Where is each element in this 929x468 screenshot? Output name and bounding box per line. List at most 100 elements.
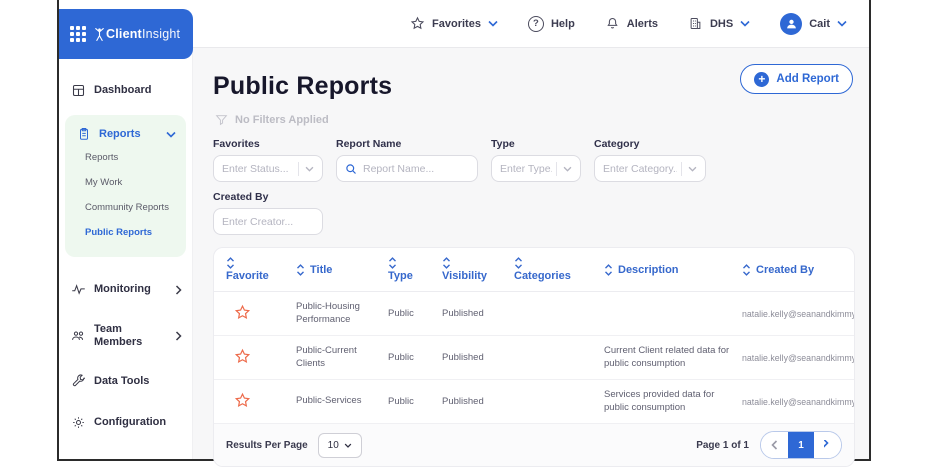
divider [298, 161, 299, 176]
reports-table: Favorite Title Type Visibility Categorie… [213, 247, 855, 467]
next-page-button[interactable] [814, 432, 841, 458]
cell-title[interactable]: Public-Services [296, 395, 388, 408]
user-icon [786, 19, 796, 29]
chevron-down-icon [488, 20, 498, 27]
sort-icon[interactable] [604, 263, 613, 276]
cell-type: Public [388, 352, 414, 363]
column-header-type[interactable]: Type [388, 257, 442, 282]
nav-help-label: Help [550, 17, 575, 30]
main-area: Dashboard Reports Reports My Work Commun… [59, 48, 869, 467]
plus-icon: + [754, 71, 770, 87]
sidebar-subitem-community-reports[interactable]: Community Reports [71, 195, 180, 220]
filter-row-1: Favorites Enter Status... Report Name Re… [213, 138, 855, 182]
report-name-input[interactable] [363, 162, 469, 175]
type-select[interactable]: Enter Type... [491, 155, 581, 182]
content-area: + Add Report Public Reports No Filters A… [193, 48, 869, 467]
star-icon [410, 16, 425, 30]
sort-icon[interactable] [296, 263, 305, 276]
avatar [780, 12, 803, 35]
sidebar-subitem-public-reports[interactable]: Public Reports [71, 220, 180, 245]
cell-type: Public [388, 396, 414, 407]
cell-visibility: Published [442, 396, 484, 407]
star-icon [234, 348, 251, 363]
chevron-down-icon [688, 166, 697, 172]
wrench-icon [72, 374, 86, 387]
sort-icon[interactable] [514, 257, 523, 269]
filter-report-name: Report Name [336, 138, 478, 182]
category-select[interactable]: Enter Category... [594, 155, 706, 182]
created-by-input[interactable] [222, 215, 314, 228]
cell-created-by: natalie.kelly@seanandkimmy.com [742, 308, 855, 319]
star-icon [234, 304, 251, 319]
sort-icon[interactable] [226, 257, 235, 269]
chevron-down-icon [740, 20, 750, 27]
table-row: Public-Housing Performance Public Publis… [214, 292, 854, 336]
nav-alerts-label: Alerts [626, 17, 658, 30]
filter-category: Category Enter Category... [594, 138, 706, 182]
sidebar-item-configuration[interactable]: Configuration [59, 406, 192, 439]
column-header-created-by[interactable]: Created By [742, 264, 842, 276]
favorite-star-button[interactable] [226, 392, 251, 409]
nav-help[interactable]: ? Help [527, 15, 575, 32]
sort-icon[interactable] [388, 257, 397, 269]
nav-user-menu[interactable]: Cait [780, 12, 847, 35]
filter-favorites: Favorites Enter Status... [213, 138, 323, 182]
help-icon: ? [527, 15, 544, 32]
add-report-button[interactable]: + Add Report [740, 64, 853, 94]
team-members-icon [72, 331, 84, 341]
cell-visibility: Published [442, 308, 484, 319]
page-info: Page 1 of 1 [696, 439, 749, 451]
column-header-categories[interactable]: Categories [514, 257, 604, 282]
sidebar-subitem-reports[interactable]: Reports [71, 145, 180, 170]
nav-favorites-label: Favorites [432, 17, 481, 30]
cell-created-by: natalie.kelly@seanandkimmy.com [742, 396, 855, 407]
favorites-placeholder: Enter Status... [222, 162, 289, 175]
sidebar-item-data-tools[interactable]: Data Tools [59, 365, 192, 398]
gear-icon [73, 417, 84, 429]
monitoring-icon [72, 284, 85, 295]
nav-favorites[interactable]: Favorites [410, 16, 498, 31]
chevron-right-icon [175, 331, 182, 341]
cell-created-by: natalie.kelly@seanandkimmy.com [742, 352, 855, 363]
sidebar-item-team-members[interactable]: Team Members [59, 314, 192, 357]
current-page[interactable]: 1 [788, 432, 814, 458]
sidebar-item-reports[interactable]: Reports [71, 123, 180, 145]
favorites-select[interactable]: Enter Status... [213, 155, 323, 182]
cell-title[interactable]: Public-Housing Performance [296, 301, 388, 327]
sidebar-item-monitoring[interactable]: Monitoring [59, 273, 192, 306]
column-header-favorite[interactable]: Favorite [226, 257, 296, 282]
sidebar-label: Monitoring [94, 283, 151, 296]
column-header-description[interactable]: Description [604, 264, 742, 276]
previous-page-button[interactable] [761, 432, 788, 458]
cell-title[interactable]: Public-Current Clients [296, 345, 388, 371]
divider [681, 161, 682, 176]
category-placeholder: Enter Category... [603, 162, 677, 175]
sort-icon[interactable] [742, 263, 751, 276]
filter-category-label: Category [594, 138, 640, 150]
results-per-page-select[interactable]: 10 [317, 432, 362, 458]
column-header-visibility[interactable]: Visibility [442, 257, 514, 282]
filter-status[interactable]: No Filters Applied [215, 113, 855, 126]
sidebar-item-dashboard[interactable]: Dashboard [59, 74, 192, 107]
building-icon [690, 18, 701, 29]
sidebar-subitem-my-work[interactable]: My Work [71, 170, 180, 195]
sidebar-label: Configuration [94, 416, 167, 429]
nav-org-switcher[interactable]: DHS [688, 16, 750, 31]
results-per-page-label: Results Per Page [226, 439, 308, 451]
nav-alerts[interactable]: Alerts [605, 16, 658, 31]
chevron-left-icon [771, 440, 778, 450]
chevron-down-icon [305, 166, 314, 172]
chevron-down-icon [563, 166, 572, 172]
app-grid-icon [70, 26, 86, 42]
cell-description: Services provided data for public consum… [604, 388, 715, 413]
brand-logo[interactable]: Client Insight [59, 9, 193, 59]
column-header-title[interactable]: Title [296, 264, 388, 276]
favorite-star-button[interactable] [226, 348, 251, 365]
sidebar-group-reports: Reports Reports My Work Community Report… [65, 115, 186, 257]
filter-type-label: Type [491, 138, 515, 150]
star-icon [234, 392, 251, 407]
nav-user-label: Cait [809, 17, 830, 30]
favorite-star-button[interactable] [226, 304, 251, 321]
cell-visibility: Published [442, 352, 484, 363]
sort-icon[interactable] [442, 257, 451, 269]
